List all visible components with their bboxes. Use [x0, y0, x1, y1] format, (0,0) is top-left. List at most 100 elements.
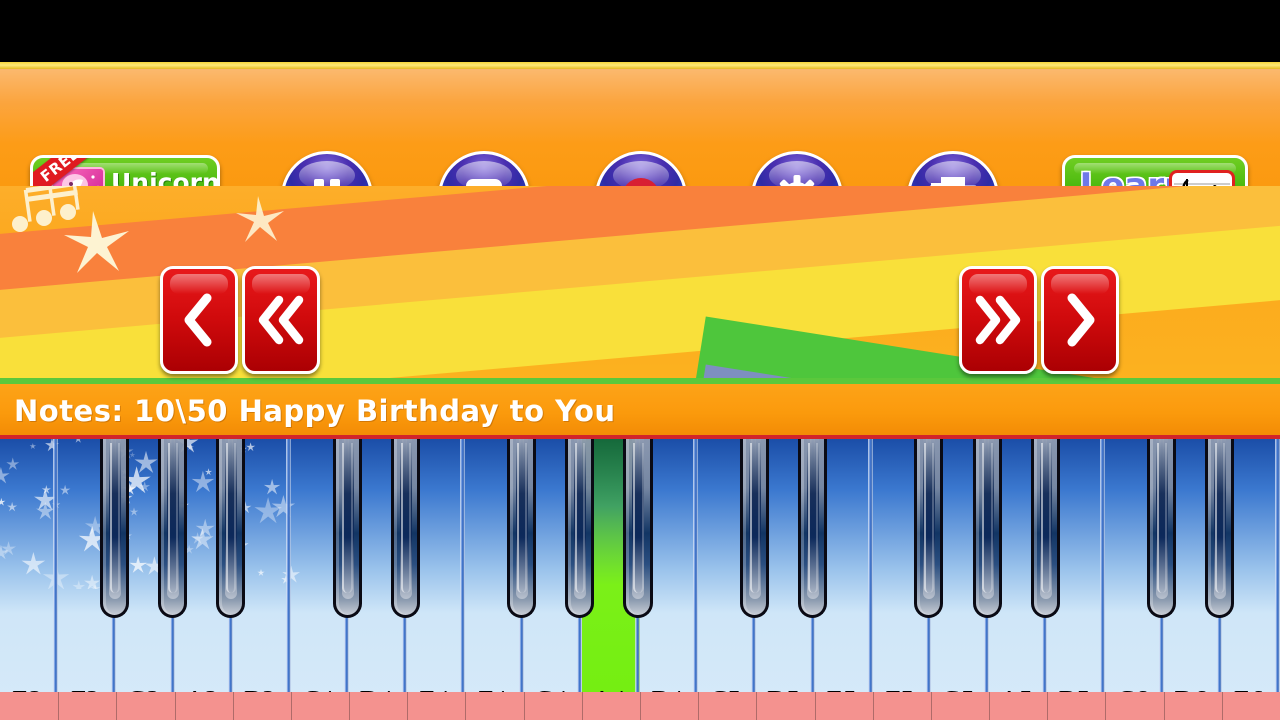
- foot-divider: [116, 692, 118, 720]
- foot-divider: [756, 692, 758, 720]
- foot-divider: [465, 692, 467, 720]
- chevron-right-icon: [1067, 293, 1095, 347]
- piano-black-key-G#5[interactable]: [972, 439, 1002, 618]
- button-gloss: [252, 274, 310, 294]
- record-button[interactable]: [595, 151, 687, 186]
- foot-divider: [1047, 692, 1049, 720]
- foot-divider: [872, 692, 874, 720]
- black-key-highlight: [109, 443, 120, 593]
- piano-white-key-E3[interactable]: E3: [0, 439, 59, 720]
- stop-icon: [466, 179, 502, 186]
- key-cap: [1166, 656, 1216, 684]
- key-cap: [817, 656, 867, 684]
- key-cap: [933, 656, 983, 684]
- gear-icon: [779, 175, 815, 186]
- folder-icon: [929, 177, 977, 186]
- unicorn-diary-label-line1: Unicorn: [111, 168, 220, 186]
- foot-divider: [349, 692, 351, 720]
- main-piano-keyboard[interactable]: E3F3G3A3B3C4D4E4F4G4A4B4C5D5E5F5G5A5B5C6…: [0, 439, 1280, 720]
- key-cap: [1107, 656, 1157, 684]
- piano-lessons-kids-app: Unicorn Diary Unicorn Diary FREE: [0, 0, 1280, 720]
- notes-status-text: Notes: 10\50 Happy Birthday to You: [14, 393, 616, 428]
- piano-black-key-A#4[interactable]: [623, 439, 653, 618]
- prev-page-button[interactable]: [242, 266, 320, 374]
- foot-divider: [1163, 692, 1165, 720]
- top-letterbox: [0, 0, 1280, 62]
- key-cap: [1224, 656, 1274, 684]
- key-cap: [177, 656, 227, 684]
- key-cap: [526, 656, 576, 684]
- button-gloss: [969, 274, 1027, 294]
- key-cap: [700, 656, 750, 684]
- foot-divider: [989, 692, 991, 720]
- key-cap: [758, 656, 808, 684]
- foot-divider: [58, 692, 60, 720]
- black-key-highlight: [226, 443, 237, 593]
- record-icon: [625, 178, 657, 186]
- key-cap: [409, 656, 459, 684]
- foot-divider: [290, 692, 292, 720]
- foot-divider: [814, 692, 816, 720]
- key-cap: [351, 656, 401, 684]
- unicorn-diary-promo-button[interactable]: Unicorn Diary Unicorn Diary FREE: [30, 155, 220, 186]
- key-cap: [642, 656, 692, 684]
- piano-black-key-D#5[interactable]: [798, 439, 828, 618]
- next-step-button[interactable]: [1041, 266, 1119, 374]
- foot-divider: [232, 692, 234, 720]
- pause-button[interactable]: [281, 151, 373, 186]
- key-cap: [991, 656, 1041, 684]
- learn-how-to-play-button[interactable]: Learn How To Play: [1062, 155, 1248, 186]
- piano-black-key-C#4[interactable]: [332, 439, 362, 618]
- piano-foot-strip: [0, 692, 1280, 720]
- piano-black-key-D#6[interactable]: [1205, 439, 1235, 618]
- key-cap: [875, 656, 925, 684]
- piano-black-key-D#4[interactable]: [390, 439, 420, 618]
- black-key-highlight: [400, 443, 411, 593]
- app-header: Unicorn Diary Unicorn Diary FREE: [0, 69, 1280, 186]
- key-cap: [1049, 656, 1099, 684]
- piano-black-key-A#5[interactable]: [1030, 439, 1060, 618]
- key-cap: [293, 656, 343, 684]
- foot-divider: [930, 692, 932, 720]
- piano-black-key-F#3[interactable]: [99, 439, 129, 618]
- button-gloss: [1051, 274, 1109, 294]
- foot-divider: [523, 692, 525, 720]
- black-key-highlight: [575, 443, 586, 593]
- black-key-highlight: [1040, 443, 1051, 593]
- top-yellow-divider: [0, 62, 1280, 69]
- key-cap: [118, 656, 168, 684]
- black-key-highlight: [749, 443, 760, 593]
- piano-black-key-A#3[interactable]: [216, 439, 246, 618]
- keyboard-range-navigator: [0, 266, 1280, 638]
- chevron-left-icon: [184, 293, 212, 347]
- foot-divider: [698, 692, 700, 720]
- piano-black-key-G#4[interactable]: [565, 439, 595, 618]
- stop-button[interactable]: [438, 151, 530, 186]
- status-bar: Notes: 10\50 Happy Birthday to You: [0, 384, 1280, 437]
- black-key-highlight: [1157, 443, 1168, 593]
- settings-button[interactable]: [751, 151, 843, 186]
- prev-step-button[interactable]: [160, 266, 238, 374]
- black-key-highlight: [924, 443, 935, 593]
- key-cap: [2, 656, 52, 684]
- foot-divider: [1105, 692, 1107, 720]
- key-cap: [584, 656, 634, 684]
- key-cap: [60, 656, 110, 684]
- black-key-highlight: [1215, 443, 1226, 593]
- black-key-highlight: [517, 443, 528, 593]
- piano-black-key-G#3[interactable]: [158, 439, 188, 618]
- button-gloss: [170, 274, 228, 294]
- chevron-double-left-icon: [258, 295, 304, 345]
- next-page-button[interactable]: [959, 266, 1037, 374]
- open-folder-button[interactable]: [907, 151, 999, 186]
- foot-divider: [1221, 692, 1223, 720]
- piano-black-key-F#5[interactable]: [914, 439, 944, 618]
- key-separator: [1274, 439, 1280, 720]
- piano-black-key-F#4[interactable]: [507, 439, 537, 618]
- piano-black-key-C#5[interactable]: [739, 439, 769, 618]
- foot-divider: [640, 692, 641, 720]
- chevron-double-right-icon: [975, 295, 1021, 345]
- black-key-highlight: [982, 443, 993, 593]
- piano-black-key-C#6[interactable]: [1147, 439, 1177, 618]
- key-cap: [467, 656, 517, 684]
